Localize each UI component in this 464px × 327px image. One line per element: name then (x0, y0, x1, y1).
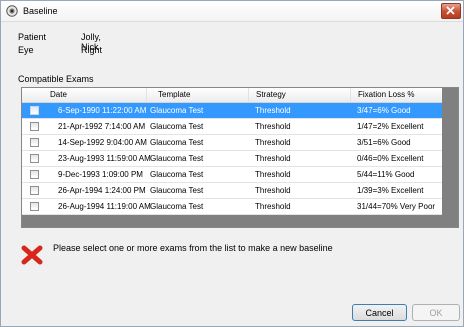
app-eye-icon (6, 5, 18, 17)
table-row[interactable]: 6-Sep-1990 11:22:00 AM Glaucoma Test Thres… (22, 103, 442, 119)
template-cell: Glaucoma Test (150, 154, 204, 163)
close-icon (446, 6, 455, 15)
template-cell: Glaucoma Test (150, 186, 204, 195)
template-cell: Glaucoma Test (150, 170, 204, 179)
fixation-cell: 31/44=70% Very Poor (357, 202, 436, 211)
fixation-cell: 5/44=11% Good (357, 170, 415, 179)
patient-label: Patient (18, 32, 47, 42)
row-checkbox[interactable] (30, 122, 39, 131)
fixation-cell: 1/47=2% Excellent (357, 122, 424, 131)
error-message: Please select one or more exams from the… (53, 243, 333, 253)
fixation-cell: 0/46=0% Excellent (357, 154, 424, 163)
table-row[interactable]: 26-Aug-1994 11:19:00 AM Glaucoma Test Thre… (22, 199, 442, 215)
strategy-cell: Threshold (255, 106, 291, 115)
strategy-cell: Threshold (255, 170, 291, 179)
column-header-template[interactable]: Template (158, 90, 190, 99)
eye-label: Eye (18, 45, 34, 55)
date-cell: 21-Apr-1992 7:14:00 AM (58, 122, 146, 131)
fixation-cell: 3/51=6% Good (357, 138, 411, 147)
date-cell: 9-Dec-1993 1:09:00 PM (58, 170, 143, 179)
row-checkbox[interactable] (30, 154, 39, 163)
date-cell: 26-Apr-1994 1:24:00 PM (58, 186, 146, 195)
template-cell: Glaucoma Test (150, 122, 204, 131)
ok-button[interactable]: OK (412, 304, 460, 321)
row-checkbox[interactable] (30, 186, 39, 195)
fixation-cell: 3/47=6% Good (357, 106, 411, 115)
column-header-date[interactable]: Date (50, 90, 67, 99)
row-checkbox[interactable] (30, 138, 39, 147)
compatible-exams-label: Compatible Exams (18, 74, 94, 84)
template-cell: Glaucoma Test (150, 106, 204, 115)
strategy-cell: Threshold (255, 202, 291, 211)
date-cell: 6-Sep-1990 11:22:00 AM (58, 106, 147, 115)
strategy-cell: Threshold (255, 154, 291, 163)
table-row[interactable]: 14-Sep-1992 9:04:00 AM Glaucoma Test Thres… (22, 135, 442, 151)
template-cell: Glaucoma Test (150, 202, 204, 211)
fixation-cell: 1/39=3% Excellent (357, 186, 424, 195)
table-row[interactable]: 26-Apr-1994 1:24:00 PM Glaucoma Test Thres… (22, 183, 442, 199)
date-cell: 23-Aug-1993 11:59:00 AM (58, 154, 151, 163)
row-checkbox[interactable] (30, 106, 39, 115)
eye-value: Right (81, 45, 103, 55)
exams-table: Date Template Strategy Fixation Loss % 6… (21, 87, 459, 228)
table-header: Date Template Strategy Fixation Loss % (22, 88, 442, 103)
date-cell: 14-Sep-1992 9:04:00 AM (58, 138, 147, 147)
strategy-cell: Threshold (255, 186, 291, 195)
date-cell: 26-Aug-1994 11:19:00 AM (58, 202, 151, 211)
template-cell: Glaucoma Test (150, 138, 204, 147)
row-checkbox[interactable] (30, 202, 39, 211)
table-row[interactable]: 21-Apr-1992 7:14:00 AM Glaucoma Test Thres… (22, 119, 442, 135)
table-row[interactable]: 23-Aug-1993 11:59:00 AM Glaucoma Test Thre… (22, 151, 442, 167)
row-checkbox[interactable] (30, 170, 39, 179)
strategy-cell: Threshold (255, 138, 291, 147)
column-header-fixation-loss[interactable]: Fixation Loss % (358, 90, 414, 99)
close-button[interactable] (441, 3, 461, 19)
cancel-button[interactable]: Cancel (352, 304, 407, 321)
column-header-strategy[interactable]: Strategy (256, 90, 286, 99)
title-bar: Baseline (1, 1, 463, 22)
error-x-icon (21, 245, 43, 265)
baseline-dialog: Baseline Patient Jolly, Nick Eye Right C… (0, 0, 464, 327)
window-title: Baseline (23, 6, 58, 16)
table-row[interactable]: 9-Dec-1993 1:09:00 PM Glaucoma Test Thresh… (22, 167, 442, 183)
strategy-cell: Threshold (255, 122, 291, 131)
